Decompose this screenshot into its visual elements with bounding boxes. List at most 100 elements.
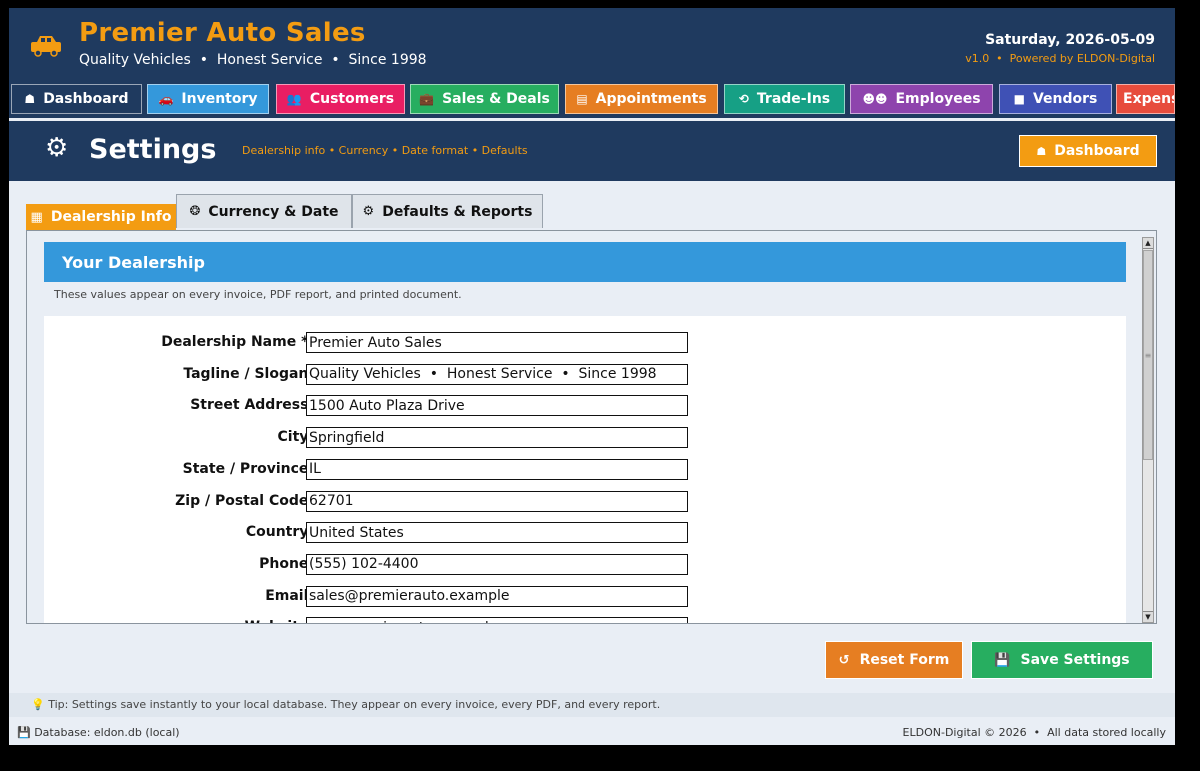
tip-label: Tip: Settings save instantly to your loc… (48, 698, 661, 711)
form-row: Email: (44, 585, 744, 608)
tab-label: Currency & Date (208, 203, 339, 220)
home-icon: ☗ (1036, 144, 1047, 158)
gear-icon: ⚙ (45, 133, 69, 163)
nav-vendors[interactable]: ■ Vendors (999, 84, 1112, 114)
tab-defaults-reports[interactable]: ⚙ Defaults & Reports (352, 194, 543, 228)
version-label: v1.0 • Powered by ELDON-Digital (965, 52, 1155, 65)
car-icon (31, 36, 61, 57)
field-input[interactable] (306, 332, 688, 353)
app-window: Premier Auto Sales Quality Vehicles • Ho… (9, 8, 1175, 745)
database-label: Database: eldon.db (local) (34, 726, 180, 739)
people-icon: 👥 (286, 92, 302, 106)
field-label: Dealership Name *: (161, 334, 314, 350)
scroll-thumb[interactable]: ≡ (1143, 250, 1153, 460)
page-subtitle: Dealership info • Currency • Date format… (242, 144, 528, 157)
scroll-down-arrow-icon[interactable]: ▼ (1143, 611, 1153, 622)
tab-label: Dealership Info (50, 209, 172, 225)
field-input[interactable] (306, 553, 688, 575)
nav-sales-deals[interactable]: 💼 Sales & Deals (410, 84, 559, 114)
nav-inventory[interactable]: 🚗 Inventory (147, 84, 269, 114)
field-input[interactable] (306, 427, 688, 449)
disk-icon: 💾 (17, 726, 31, 739)
nav-appointments[interactable]: ▤ Appointments (565, 84, 718, 114)
field-input[interactable] (306, 363, 688, 385)
page-title: Settings (89, 134, 217, 165)
tip-text: 💡 Tip: Settings save instantly to your l… (31, 698, 660, 711)
field-label: Country: (245, 524, 314, 541)
box-icon: ■ (1013, 92, 1025, 106)
copyright: ELDON-Digital © 2026 • All data stored l… (902, 726, 1166, 739)
field-input[interactable] (306, 458, 688, 480)
dashboard-button[interactable]: ☗ Dashboard (1019, 135, 1157, 167)
staff-icon: ☻☻ (862, 92, 888, 106)
nav-dashboard[interactable]: ☗ Dashboard (11, 84, 142, 114)
calendar-icon: ▤ (576, 92, 588, 106)
lightbulb-icon: 💡 (31, 698, 45, 711)
app-header: Premier Auto Sales Quality Vehicles • Ho… (9, 8, 1175, 80)
database-status: 💾 Database: eldon.db (local) (17, 726, 180, 739)
form-row: Website: (44, 617, 744, 623)
status-bar: 💾 Database: eldon.db (local) ELDON-Digit… (9, 720, 1175, 745)
field-label: Tagline / Slogan: (183, 365, 314, 382)
page-header: ⚙ Settings Dealership info • Currency • … (9, 121, 1175, 181)
form-row: Tagline / Slogan: (44, 363, 744, 386)
nav-label: Inventory (181, 91, 258, 107)
nav-trade-ins[interactable]: ⟲ Trade-Ins (724, 84, 845, 114)
form-row: Street Address: (44, 395, 744, 417)
section-note: These values appear on every invoice, PD… (54, 288, 462, 301)
briefcase-icon: 💼 (419, 92, 435, 106)
field-input[interactable] (306, 395, 688, 417)
tab-label: Defaults & Reports (382, 203, 533, 220)
dashboard-button-label: Dashboard (1054, 143, 1140, 159)
settings-panel: Your Dealership These values appear on e… (26, 230, 1157, 624)
field-label: State / Province: (182, 460, 314, 477)
nav-label: Dashboard (43, 91, 129, 107)
form-row: Country: (44, 522, 744, 544)
form-row: Zip / Postal Code: (44, 490, 744, 513)
gear-icon: ⚙ (362, 204, 375, 219)
field-input[interactable] (306, 585, 688, 607)
field-input[interactable] (306, 617, 688, 623)
cycle-icon: ⟲ (738, 92, 749, 106)
nav-label: Employees (895, 91, 981, 107)
field-label: Website: (245, 619, 314, 623)
section-title: Your Dealership (44, 242, 1126, 282)
home-icon: ☗ (24, 92, 36, 106)
field-label: Street Address: (190, 397, 314, 414)
car-icon: 🚗 (158, 92, 174, 106)
nav-employees[interactable]: ☻☻ Employees (850, 84, 993, 114)
vertical-scrollbar[interactable]: ▲ ≡ ▼ (1142, 237, 1154, 623)
main-nav: ☗ Dashboard 🚗 Inventory 👥 Customers 💼 Sales & D… (9, 80, 1175, 118)
nav-label: Customers (309, 91, 395, 107)
nav-label: Vendors (1032, 91, 1098, 107)
tab-currency-date[interactable]: ❂ Currency & Date (176, 194, 352, 228)
nav-customers[interactable]: 👥 Customers (276, 84, 405, 114)
save-settings-button[interactable]: 💾 Save Settings (971, 641, 1153, 679)
form-row: City: (44, 427, 744, 449)
form-row: Phone: (44, 553, 744, 576)
nav-expens[interactable]: Expens (1116, 84, 1175, 114)
field-label: Zip / Postal Code: (175, 492, 314, 509)
reset-form-button[interactable]: ↺ Reset Form (825, 641, 963, 679)
form-row: State / Province: (44, 458, 744, 481)
save-icon: 💾 (994, 652, 1011, 668)
app-title: Premier Auto Sales (79, 18, 366, 48)
field-input[interactable] (306, 522, 688, 544)
nav-label: Sales & Deals (442, 91, 550, 107)
reset-icon: ↺ (838, 652, 850, 668)
tab-dealership-info[interactable]: ▦ Dealership Info (26, 204, 176, 230)
current-date: Saturday, 2026-05-09 (985, 32, 1155, 48)
scroll-up-arrow-icon[interactable]: ▲ (1143, 238, 1153, 249)
nav-label: Appointments (595, 91, 707, 107)
globe-icon: ❂ (189, 204, 201, 219)
tip-bar: 💡 Tip: Settings save instantly to your l… (9, 693, 1175, 717)
field-input[interactable] (306, 490, 688, 512)
app-tagline: Quality Vehicles • Honest Service • Sinc… (79, 52, 427, 68)
nav-label: Trade-Ins (756, 91, 831, 107)
reset-button-label: Reset Form (859, 652, 950, 668)
dealership-form: Dealership Name *: Tagline / Slogan: Stree… (44, 316, 1126, 623)
form-row: Dealership Name *: (44, 332, 744, 354)
building-icon: ▦ (30, 209, 43, 225)
save-button-label: Save Settings (1020, 652, 1130, 668)
nav-label: Expens (1123, 91, 1175, 107)
